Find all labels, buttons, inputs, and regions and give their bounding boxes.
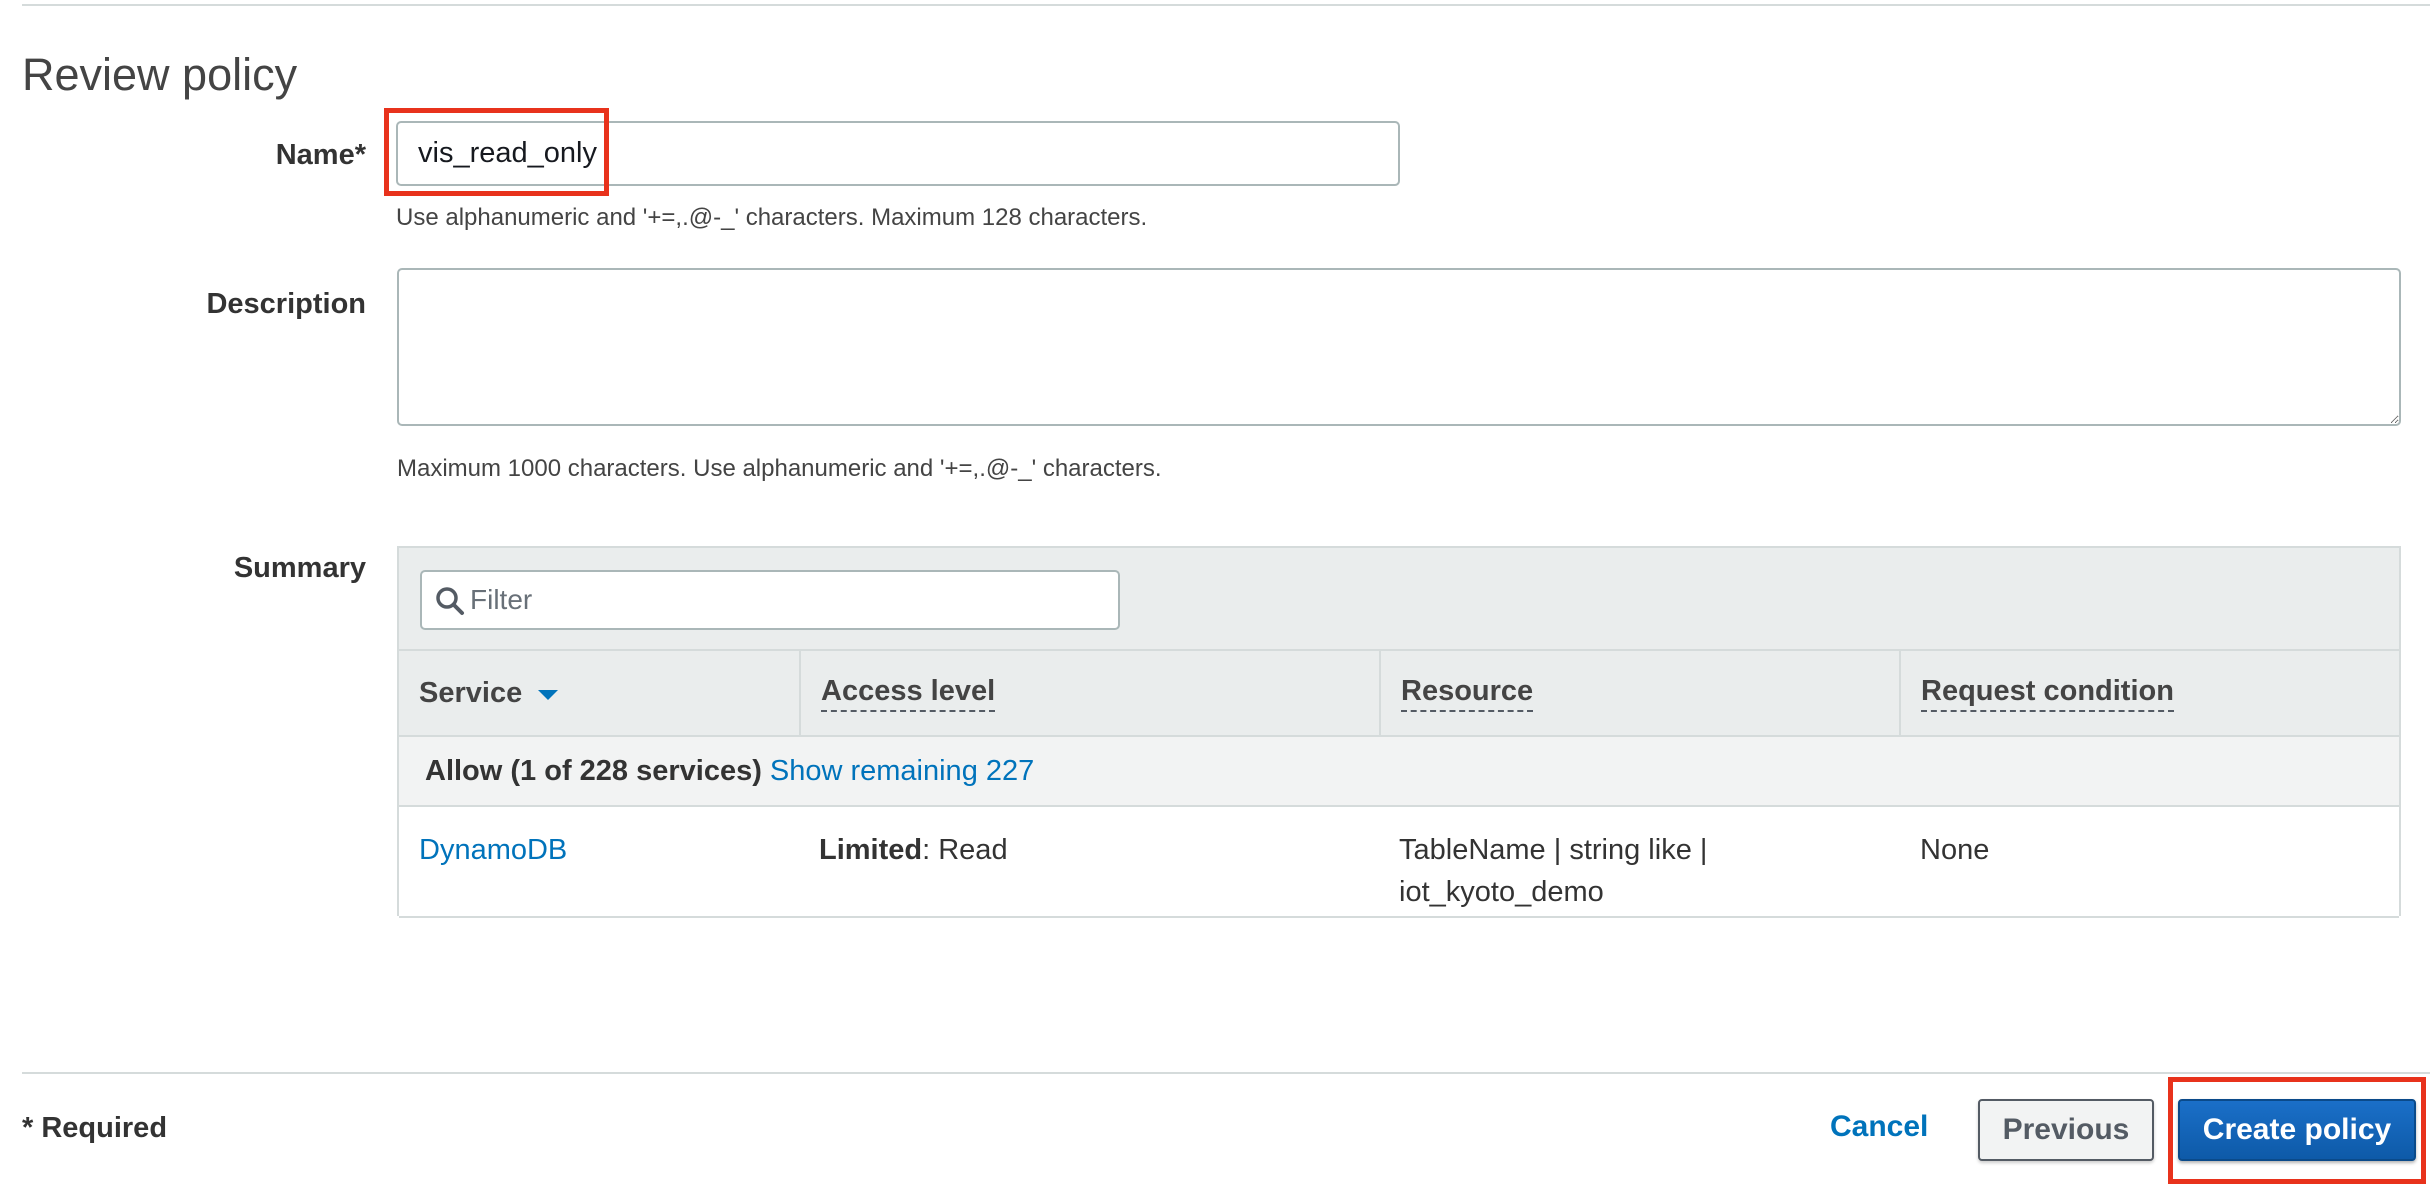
column-header-request-condition: Request condition — [1899, 651, 2399, 735]
page-title: Review policy — [22, 49, 298, 100]
name-label: Name* — [275, 139, 366, 171]
required-note: * Required — [22, 1112, 168, 1144]
group-title: Allow (1 of 228 services) — [425, 754, 762, 787]
name-hint: Use alphanumeric and '+=,.@-_' character… — [396, 204, 1148, 231]
resource-line: iot_kyoto_demo — [1399, 876, 1604, 908]
footer-divider — [22, 1072, 2430, 1074]
table-header: Service Access level Resource Request co… — [399, 651, 2399, 737]
column-header-service[interactable]: Service — [399, 651, 799, 735]
filter-input[interactable] — [470, 572, 1110, 628]
column-header-label: Resource — [1401, 675, 1534, 712]
summary-table: Service Access level Resource Request co… — [397, 546, 2401, 918]
resource-cell: TableName | string like | iot_kyoto_demo — [1399, 829, 1707, 913]
column-header-access-level: Access level — [799, 651, 1379, 735]
table-row: DynamoDB Limited: Read TableName | strin… — [399, 807, 2399, 918]
description-hint: Maximum 1000 characters. Use alphanumeri… — [397, 455, 1162, 482]
access-level-rest: : Read — [922, 834, 1008, 866]
previous-button[interactable]: Previous — [1978, 1099, 2154, 1161]
column-header-label: Service — [419, 676, 523, 709]
policy-name-input[interactable] — [396, 121, 1400, 186]
service-link[interactable]: DynamoDB — [419, 829, 567, 871]
access-level-bold: Limited — [819, 834, 923, 866]
cancel-button[interactable]: Cancel — [1830, 1110, 1928, 1144]
description-textarea[interactable] — [397, 268, 2401, 426]
access-level-cell: Limited: Read — [819, 829, 1008, 871]
resource-line: TableName | string like | — [1399, 834, 1708, 866]
column-header-label: Access level — [821, 675, 996, 712]
top-divider — [22, 4, 2430, 6]
filter-field[interactable] — [420, 570, 1120, 630]
request-condition-cell: None — [1920, 834, 1990, 866]
description-label: Description — [206, 288, 366, 320]
search-icon — [436, 587, 464, 615]
caret-down-icon[interactable] — [538, 690, 559, 700]
filter-bar — [399, 548, 2399, 651]
column-header-resource: Resource — [1379, 651, 1899, 735]
show-remaining-link[interactable]: Show remaining 227 — [770, 755, 1034, 788]
group-row-allow: Allow (1 of 228 services) Show remaining… — [399, 737, 2399, 807]
column-header-label: Request condition — [1921, 675, 2174, 712]
summary-label: Summary — [233, 552, 366, 584]
create-policy-button[interactable]: Create policy — [2178, 1099, 2416, 1161]
